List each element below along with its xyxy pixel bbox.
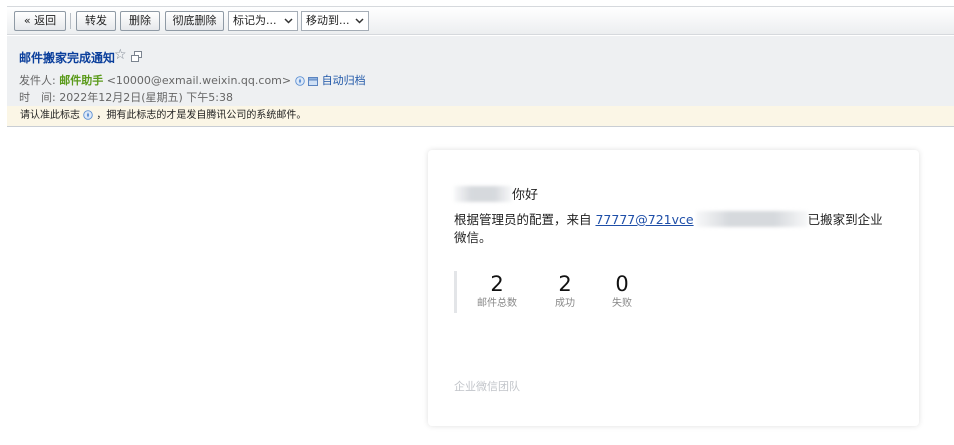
permanent-delete-button[interactable]: 彻底删除 [165,11,224,31]
popout-icon[interactable] [131,51,142,62]
move-to-select[interactable]: 移动到... [301,11,369,31]
sender-name[interactable]: 邮件助手 [59,74,103,87]
toolbar-separator [70,13,71,29]
stat-total: 2 邮件总数 [467,271,527,311]
notice-text-after: ，拥有此标志的才是发自腾讯公司的系统邮件。 [96,110,307,121]
verified-badge-icon [294,76,305,86]
time-line: 时 间: 2022年12月2日(星期五) 下午5:38 [19,89,233,105]
sender-prefix: 发件人: [19,74,56,87]
archive-icon [308,77,319,86]
notice-text-before: 请认准此标志 [20,110,80,121]
mail-header: 邮件搬家完成通知 ☆ 发件人: 邮件助手 <10000@exmail.weixi… [7,36,954,106]
mail-content-card: 你好 根据管理员的配置，来自 77777@721vce 已搬家到企业微信。 2 邮… [428,150,919,426]
mail-toolbar: « 返回 转发 删除 彻底删除 标记为... 移动到... [7,6,954,35]
stat-total-label: 邮件总数 [477,298,517,309]
verified-badge-icon [83,110,93,120]
source-mailbox-link[interactable]: 77777@721vce [595,212,693,227]
stat-failed-label: 失败 [612,298,632,309]
back-button[interactable]: « 返回 [14,11,66,31]
redacted-name [454,186,512,202]
greeting-text: 你好 [512,188,539,203]
signature: 企业微信团队 [454,380,520,393]
stat-failed: 0 失败 [592,271,652,311]
redacted-address [695,211,808,227]
body-prefix: 根据管理员的配置，来自 [454,212,596,227]
stat-total-value: 2 [490,272,504,296]
mark-as-select[interactable]: 标记为... [228,11,298,31]
stat-success-label: 成功 [555,298,575,309]
system-mail-notice: 请认准此标志 ，拥有此标志的才是发自腾讯公司的系统邮件。 [7,106,954,127]
stat-success-value: 2 [558,272,572,296]
time-prefix: 时 间: [19,91,56,104]
delete-button[interactable]: 删除 [120,11,160,31]
mark-as-label: 标记为... [233,14,277,27]
move-to-label: 移动到... [306,14,350,27]
stat-failed-value: 0 [615,272,629,296]
time-value: 2022年12月2日(星期五) 下午5:38 [59,91,233,104]
auto-archive-link[interactable]: 自动归档 [322,74,366,87]
body-paragraph: 根据管理员的配置，来自 77777@721vce 已搬家到企业微信。 [454,211,894,247]
star-icon[interactable]: ☆ [114,47,127,63]
sender-address: <10000@exmail.weixin.qq.com> [106,74,292,87]
forward-button[interactable]: 转发 [76,11,116,31]
chevron-down-icon [284,18,293,24]
chevron-down-icon [355,18,364,24]
migration-stats: 2 邮件总数 2 成功 0 失败 [454,271,632,313]
greeting: 你好 [454,184,538,203]
stat-success: 2 成功 [535,271,595,311]
sender-line: 发件人: 邮件助手 <10000@exmail.weixin.qq.com> 自… [19,72,366,88]
mail-subject: 邮件搬家完成通知 [19,51,116,65]
